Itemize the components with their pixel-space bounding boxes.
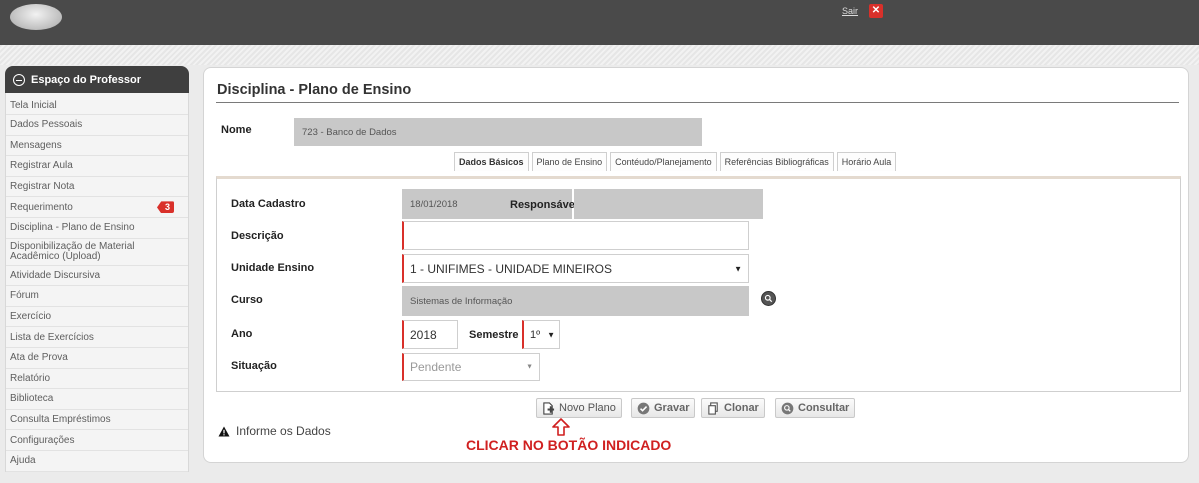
sidebar-menu: Tela Inicial Dados Pessoais Mensagens Re… — [5, 93, 189, 472]
descricao-input[interactable] — [402, 221, 749, 250]
sidebar-item-plano-de-ensino[interactable]: Disciplina - Plano de Ensino — [6, 218, 188, 239]
novo-plano-button[interactable]: Novo Plano — [536, 398, 622, 418]
gravar-button[interactable]: Gravar — [631, 398, 696, 418]
situacao-label: Situação — [231, 360, 277, 372]
top-header: Sair ✕ — [0, 0, 1199, 45]
tab-conteudo-planejamento[interactable]: Contéudo/Planejamento — [610, 152, 717, 171]
arrow-up-icon — [552, 418, 570, 436]
sidebar-item-material-upload[interactable]: Disponibilização de Material Acadêmico (… — [6, 239, 188, 266]
close-icon[interactable]: ✕ — [869, 4, 883, 18]
sidebar-item-dados-pessoais[interactable]: Dados Pessoais — [6, 115, 188, 136]
responsavel-field — [574, 189, 763, 219]
sidebar-item-forum[interactable]: Fórum — [6, 286, 188, 307]
semestre-select[interactable]: 1º ▼ — [522, 320, 560, 349]
ano-label: Ano — [231, 328, 253, 340]
dropdown-arrow-icon: ▼ — [526, 363, 533, 371]
sidebar-header[interactable]: Espaço do Professor — [5, 66, 189, 93]
sidebar-item-consulta-emprestimos[interactable]: Consulta Empréstimos — [6, 410, 188, 431]
check-icon — [637, 402, 650, 414]
info-message: Informe os Dados — [218, 424, 331, 438]
notification-badge: 3 — [156, 201, 174, 214]
curso-search-button[interactable] — [761, 291, 776, 306]
dropdown-arrow-icon: ▼ — [547, 330, 555, 339]
curso-field: Sistemas de Informação — [402, 286, 749, 316]
sidebar: Espaço do Professor Tela Inicial Dados P… — [5, 66, 189, 483]
sidebar-item-lista-exercicios[interactable]: Lista de Exercícios — [6, 327, 188, 348]
sidebar-item-requerimento[interactable]: Requerimento 3 — [6, 197, 188, 218]
tab-bar: Dados Básicos Plano de Ensino Contéudo/P… — [454, 152, 897, 171]
search-icon — [781, 402, 794, 414]
curso-label: Curso — [231, 294, 263, 306]
nome-field: 723 - Banco de Dados — [294, 118, 702, 146]
consultar-button[interactable]: Consultar — [775, 398, 856, 418]
tab-horario-aula[interactable]: Horário Aula — [836, 152, 897, 171]
responsavel-label: Responsável — [510, 199, 578, 211]
semestre-label: Semestre — [469, 329, 519, 341]
logout-link[interactable]: Sair — [842, 6, 858, 16]
unidade-ensino-label: Unidade Ensino — [231, 262, 315, 274]
sidebar-item-relatorio[interactable]: Relatório — [6, 369, 188, 390]
title-divider — [216, 102, 1179, 103]
page-title: Disciplina - Plano de Ensino — [217, 82, 412, 98]
sidebar-item-registrar-aula[interactable]: Registrar Aula — [6, 156, 188, 177]
sidebar-item-tela-inicial[interactable]: Tela Inicial — [6, 93, 188, 115]
clonar-button[interactable]: Clonar — [701, 398, 765, 418]
sidebar-item-ajuda[interactable]: Ajuda — [6, 451, 188, 472]
nome-label: Nome — [221, 124, 252, 136]
tab-referencias[interactable]: Referências Bibliográficas — [719, 152, 834, 171]
sidebar-item-exercicio[interactable]: Exercício — [6, 307, 188, 328]
sidebar-item-configuracoes[interactable]: Configurações — [6, 430, 188, 451]
situacao-select[interactable]: Pendente ▼ — [402, 353, 540, 381]
sidebar-item-atividade-discursiva[interactable]: Atividade Discursiva — [6, 266, 188, 287]
unidade-ensino-select[interactable]: 1 - UNIFIMES - UNIDADE MINEIROS ▼ — [402, 254, 749, 283]
tab-dados-basicos[interactable]: Dados Básicos — [454, 152, 529, 171]
warning-icon — [218, 426, 230, 436]
sidebar-title: Espaço do Professor — [31, 73, 142, 86]
sidebar-item-biblioteca[interactable]: Biblioteca — [6, 389, 188, 410]
sidebar-item-registrar-nota[interactable]: Registrar Nota — [6, 177, 188, 198]
new-document-icon — [543, 401, 555, 415]
search-icon — [764, 294, 773, 303]
logo — [10, 4, 62, 30]
sidebar-item-mensagens[interactable]: Mensagens — [6, 136, 188, 157]
data-cadastro-label: Data Cadastro — [231, 198, 306, 210]
dropdown-arrow-icon: ▼ — [734, 264, 742, 273]
sidebar-item-ata-de-prova[interactable]: Ata de Prova — [6, 348, 188, 369]
instruction-hint: CLICAR NO BOTÃO INDICADO — [466, 437, 672, 453]
tab-plano-de-ensino[interactable]: Plano de Ensino — [531, 152, 608, 171]
header-divider — [0, 45, 1199, 65]
copy-icon — [708, 401, 718, 415]
descricao-label: Descrição — [231, 230, 284, 242]
main-panel: Disciplina - Plano de Ensino Nome 723 - … — [203, 67, 1189, 463]
ano-input[interactable]: 2018 — [402, 320, 458, 349]
collapse-icon[interactable] — [13, 73, 25, 86]
